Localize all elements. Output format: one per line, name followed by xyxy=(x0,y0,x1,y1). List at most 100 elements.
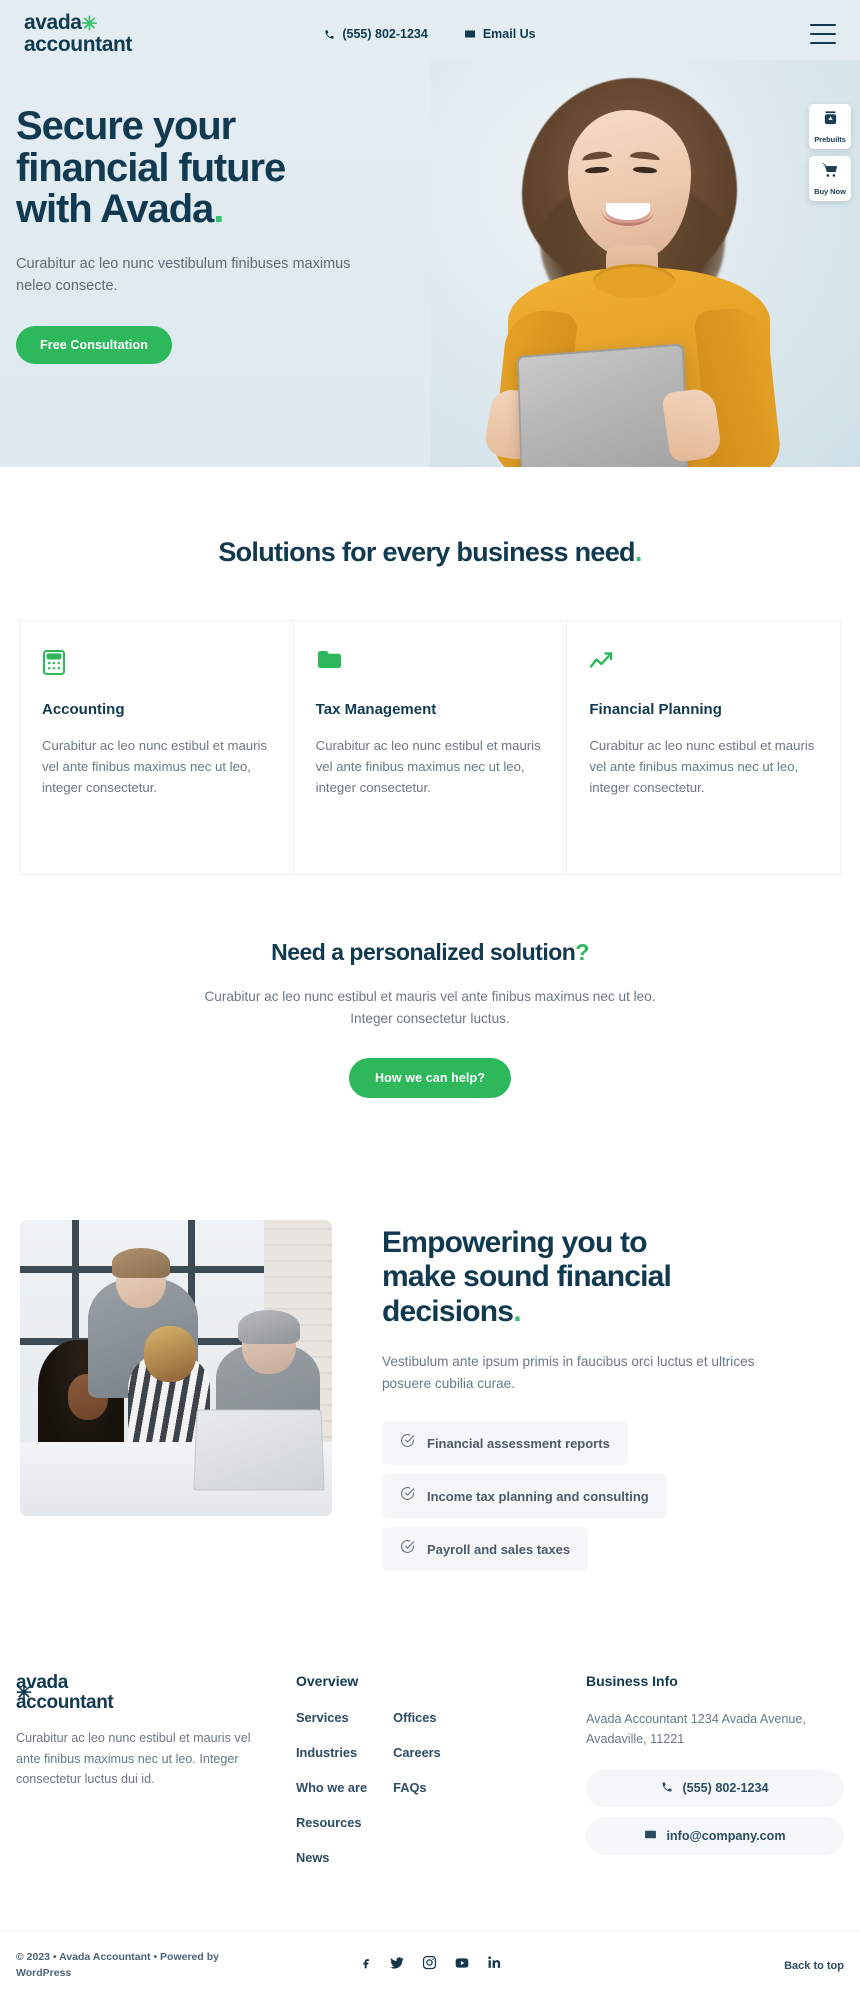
copyright-line1: © 2023 • Avada Accountant • Powered by xyxy=(16,1950,219,1963)
hero-title-line1: Secure your xyxy=(16,104,236,148)
feature-item-income-tax-planning[interactable]: Income tax planning and consulting xyxy=(382,1474,667,1519)
twitter-icon[interactable] xyxy=(389,1955,405,1976)
check-circle-icon xyxy=(400,1486,415,1506)
solution-card-text: Curabitur ac leo nunc estibul et mauris … xyxy=(589,738,815,795)
empowering-title-line1: Empowering you to xyxy=(382,1225,648,1259)
footer-links-column-1: Services Industries Who we are Resources… xyxy=(296,1709,367,1884)
floating-side-widgets: Prebuilts Buy Now xyxy=(809,104,851,201)
empowering-section: Empowering you to make sound financial d… xyxy=(0,1097,860,1572)
back-to-top-link[interactable]: Back to top xyxy=(784,1960,844,1972)
footer-email-text: info@company.com xyxy=(666,1828,786,1843)
solution-card-financial-planning[interactable]: Financial Planning Curabitur ac leo nunc… xyxy=(567,620,842,875)
logo-text-line1: avada xyxy=(24,11,82,35)
trending-up-arrow-icon xyxy=(589,649,818,679)
solution-card-title: Financial Planning xyxy=(589,701,722,718)
hero-title-accent-dot: . xyxy=(213,187,224,232)
list-item: Resources xyxy=(296,1814,367,1832)
empowering-title-line3: decisions xyxy=(382,1294,514,1328)
solutions-title-accent-dot: . xyxy=(634,537,642,567)
header-email-link[interactable]: Email Us xyxy=(464,27,536,41)
buy-now-label: Buy Now xyxy=(814,187,846,196)
list-item: Who we are xyxy=(296,1779,367,1797)
feature-item-payroll-sales-taxes[interactable]: Payroll and sales taxes xyxy=(382,1527,589,1572)
landing-page: avada✳ accountant (555) 802-1234 Email U… xyxy=(0,0,860,1999)
feature-list: Financial assessment reports Income tax … xyxy=(382,1421,840,1572)
solutions-card-grid: Accounting Curabitur ac leo nunc estibul… xyxy=(10,620,850,875)
solution-card-text: Curabitur ac leo nunc estibul et mauris … xyxy=(315,738,541,795)
personalized-text: Curabitur ac leo nunc estibul et mauris … xyxy=(204,989,656,1026)
footer-links: Services Industries Who we are Resources… xyxy=(296,1709,586,1884)
hero-section: avada✳ accountant (555) 802-1234 Email U… xyxy=(0,0,860,467)
list-item: News xyxy=(296,1849,367,1867)
footer-link-services[interactable]: Services xyxy=(296,1710,349,1725)
team-photo xyxy=(20,1219,332,1516)
feature-item-financial-assessment[interactable]: Financial assessment reports xyxy=(382,1421,628,1466)
solution-card-tax-management[interactable]: Tax Management Curabitur ac leo nunc est… xyxy=(293,620,568,875)
footer-link-offices[interactable]: Offices xyxy=(393,1710,436,1725)
phone-icon xyxy=(661,1781,673,1796)
instagram-icon[interactable] xyxy=(422,1955,437,1976)
footer-phone-button[interactable]: (555) 802-1234 xyxy=(586,1769,844,1807)
list-item: FAQs xyxy=(393,1779,441,1797)
buy-now-button[interactable]: Buy Now xyxy=(809,156,851,201)
copyright-text: © 2023 • Avada Accountant • Powered by W… xyxy=(16,1950,226,1982)
empowering-title-line2: make sound financial xyxy=(382,1260,672,1293)
check-circle-icon xyxy=(400,1433,415,1453)
prebuilts-button[interactable]: Prebuilts xyxy=(809,104,851,149)
solution-card-accounting[interactable]: Accounting Curabitur ac leo nunc estibul… xyxy=(19,620,294,875)
logo-text-line2: accountant xyxy=(24,33,133,56)
header-phone-text: (555) 802-1234 xyxy=(342,27,428,41)
copyright-line2[interactable]: WordPress xyxy=(16,1967,71,1979)
footer-links-column-2: Offices Careers FAQs xyxy=(393,1709,441,1884)
envelope-icon xyxy=(644,1828,657,1844)
footer-address: Avada Accountant 1234 Avada Avenue, Avad… xyxy=(586,1712,806,1747)
footer-logo[interactable]: avada ✳ accountant xyxy=(16,1673,260,1712)
footer-overview-heading: Overview xyxy=(296,1673,359,1690)
footer-link-resources[interactable]: Resources xyxy=(296,1815,361,1830)
footer-link-news[interactable]: News xyxy=(296,1850,329,1865)
footer-link-industries[interactable]: Industries xyxy=(296,1745,357,1760)
calculator-icon xyxy=(42,649,271,679)
linkedin-icon[interactable] xyxy=(487,1955,502,1976)
site-header: avada✳ accountant (555) 802-1234 Email U… xyxy=(0,0,860,68)
empowering-title: Empowering you to make sound financial d… xyxy=(382,1226,840,1330)
list-item: Services xyxy=(296,1709,367,1727)
footer-overview-column: Overview Services Industries Who we are … xyxy=(296,1673,586,1884)
feature-label: Financial assessment reports xyxy=(427,1435,610,1451)
hero-content: Secure your financial future with Avada.… xyxy=(16,104,416,364)
solution-card-text: Curabitur ac leo nunc estibul et mauris … xyxy=(42,738,268,795)
personalized-title-accent-mark: ? xyxy=(575,939,589,965)
empowering-content: Empowering you to make sound financial d… xyxy=(382,1220,840,1572)
footer-logo-line1: avada xyxy=(16,1672,68,1694)
facebook-icon[interactable] xyxy=(359,1955,372,1976)
solutions-title-text: Solutions for every business need xyxy=(218,537,635,567)
feature-label: Payroll and sales taxes xyxy=(427,1541,571,1557)
youtube-icon[interactable] xyxy=(454,1955,470,1976)
folder-icon xyxy=(316,649,545,679)
free-consultation-button[interactable]: Free Consultation xyxy=(16,325,172,364)
site-logo[interactable]: avada✳ accountant xyxy=(24,12,132,55)
footer-link-faqs[interactable]: FAQs xyxy=(393,1780,426,1795)
personalized-title: Need a personalized solution? xyxy=(20,939,840,966)
personalized-title-text: Need a personalized solution xyxy=(271,939,576,965)
footer-link-who-we-are[interactable]: Who we are xyxy=(296,1780,367,1795)
check-circle-icon xyxy=(400,1539,415,1559)
footer-business-heading: Business Info xyxy=(586,1673,678,1690)
hamburger-menu-icon[interactable] xyxy=(810,24,836,44)
asterisk-icon: ✳ xyxy=(81,14,98,36)
hero-subtitle: Curabitur ac leo nunc vestibulum finibus… xyxy=(16,255,351,295)
list-item: Industries xyxy=(296,1744,367,1762)
footer-phone-text: (555) 802-1234 xyxy=(682,1781,769,1796)
list-item: Careers xyxy=(393,1744,441,1762)
solution-card-title: Accounting xyxy=(42,701,125,718)
site-footer: avada ✳ accountant Curabitur ac leo nunc … xyxy=(0,1637,860,1885)
prebuilts-jar-icon xyxy=(822,110,839,132)
footer-email-button[interactable]: info@company.com xyxy=(586,1816,844,1855)
header-phone-link[interactable]: (555) 802-1234 xyxy=(324,27,428,41)
solutions-title: Solutions for every business need. xyxy=(10,537,850,568)
how-we-can-help-button[interactable]: How we can help? xyxy=(349,1057,511,1098)
footer-link-careers[interactable]: Careers xyxy=(393,1745,441,1760)
hero-image xyxy=(430,60,860,467)
hero-title-line3: with Avada xyxy=(16,187,214,232)
phone-icon xyxy=(324,29,335,40)
